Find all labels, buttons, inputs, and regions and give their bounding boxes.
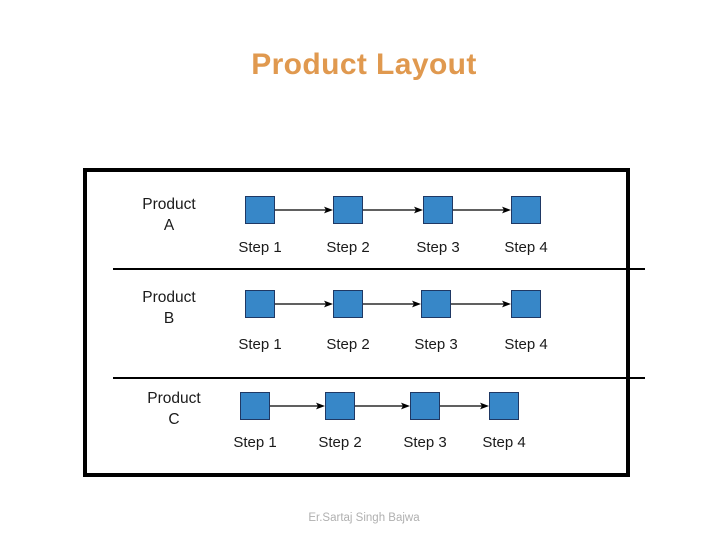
step-box-icon[interactable] <box>511 196 541 224</box>
step-box-icon[interactable] <box>511 290 541 318</box>
product-label-c: Product C <box>134 389 214 431</box>
step-label-b-2: Step 2 <box>326 336 370 353</box>
step-unit-a-3[interactable]: Step 3 <box>416 196 460 256</box>
product-label-a-name: Product <box>142 196 196 213</box>
step-label-b-3: Step 3 <box>414 336 458 353</box>
step-label-b-1: Step 1 <box>238 336 282 353</box>
product-row-b: Product B Step 1 Step 2 Step 3 Step 4 <box>83 280 630 377</box>
product-label-b-name: Product <box>142 289 196 306</box>
step-label-c-1: Step 1 <box>233 434 277 451</box>
step-unit-b-3[interactable]: Step 3 <box>414 290 458 353</box>
step-box-icon[interactable] <box>421 290 451 318</box>
step-box-icon[interactable] <box>410 392 440 420</box>
step-chain-b: Step 1 Step 2 Step 3 Step 4 <box>238 290 548 353</box>
step-box-icon[interactable] <box>325 392 355 420</box>
step-label-b-4: Step 4 <box>504 336 548 353</box>
row-divider-a-b <box>113 268 645 270</box>
step-chain-a: Step 1 Step 2 Step 3 Step 4 <box>238 196 548 256</box>
product-row-a: Product A Step 1 Step 2 Step 3 Step 4 <box>83 186 630 268</box>
flow-arrow-icon <box>363 196 423 224</box>
step-chain-c: Step 1 Step 2 Step 3 Step 4 <box>233 392 526 451</box>
row-divider-b-c <box>113 377 645 379</box>
product-label-c-letter: C <box>168 410 180 428</box>
flow-arrow-icon <box>355 392 410 420</box>
step-label-c-3: Step 3 <box>403 434 447 451</box>
step-box-icon[interactable] <box>333 196 363 224</box>
product-label-b-letter: B <box>163 309 175 327</box>
footer-credit: Er.Sartaj Singh Bajwa <box>308 512 420 524</box>
product-label-b: Product B <box>129 288 209 330</box>
step-unit-b-2[interactable]: Step 2 <box>326 290 370 353</box>
step-label-c-4: Step 4 <box>482 434 526 451</box>
product-label-a: Product A <box>129 195 209 237</box>
product-row-c: Product C Step 1 Step 2 Step 3 Step 4 <box>83 384 630 472</box>
step-unit-a-1[interactable]: Step 1 <box>238 196 282 256</box>
step-box-icon[interactable] <box>423 196 453 224</box>
product-label-c-name: Product <box>147 390 201 407</box>
step-unit-a-4[interactable]: Step 4 <box>504 196 548 256</box>
step-label-c-2: Step 2 <box>318 434 362 451</box>
flow-arrow-icon <box>270 392 325 420</box>
flow-arrow-icon <box>363 290 421 318</box>
flow-arrow-icon <box>275 290 333 318</box>
page-title: Product Layout <box>251 48 477 81</box>
step-label-a-3: Step 3 <box>416 239 460 256</box>
step-unit-b-1[interactable]: Step 1 <box>238 290 282 353</box>
flow-arrow-icon <box>451 290 511 318</box>
step-box-icon[interactable] <box>489 392 519 420</box>
step-label-a-2: Step 2 <box>326 239 370 256</box>
step-box-icon[interactable] <box>240 392 270 420</box>
step-box-icon[interactable] <box>245 196 275 224</box>
step-box-icon[interactable] <box>333 290 363 318</box>
step-unit-b-4[interactable]: Step 4 <box>504 290 548 353</box>
step-unit-c-1[interactable]: Step 1 <box>233 392 277 451</box>
step-box-icon[interactable] <box>245 290 275 318</box>
step-label-a-1: Step 1 <box>238 239 282 256</box>
step-unit-a-2[interactable]: Step 2 <box>326 196 370 256</box>
flow-arrow-icon <box>275 196 333 224</box>
flow-arrow-icon <box>453 196 511 224</box>
step-unit-c-4[interactable]: Step 4 <box>482 392 526 451</box>
step-unit-c-2[interactable]: Step 2 <box>318 392 362 451</box>
product-label-a-letter: A <box>163 216 175 234</box>
step-unit-c-3[interactable]: Step 3 <box>403 392 447 451</box>
flow-arrow-icon <box>440 392 489 420</box>
step-label-a-4: Step 4 <box>504 239 548 256</box>
